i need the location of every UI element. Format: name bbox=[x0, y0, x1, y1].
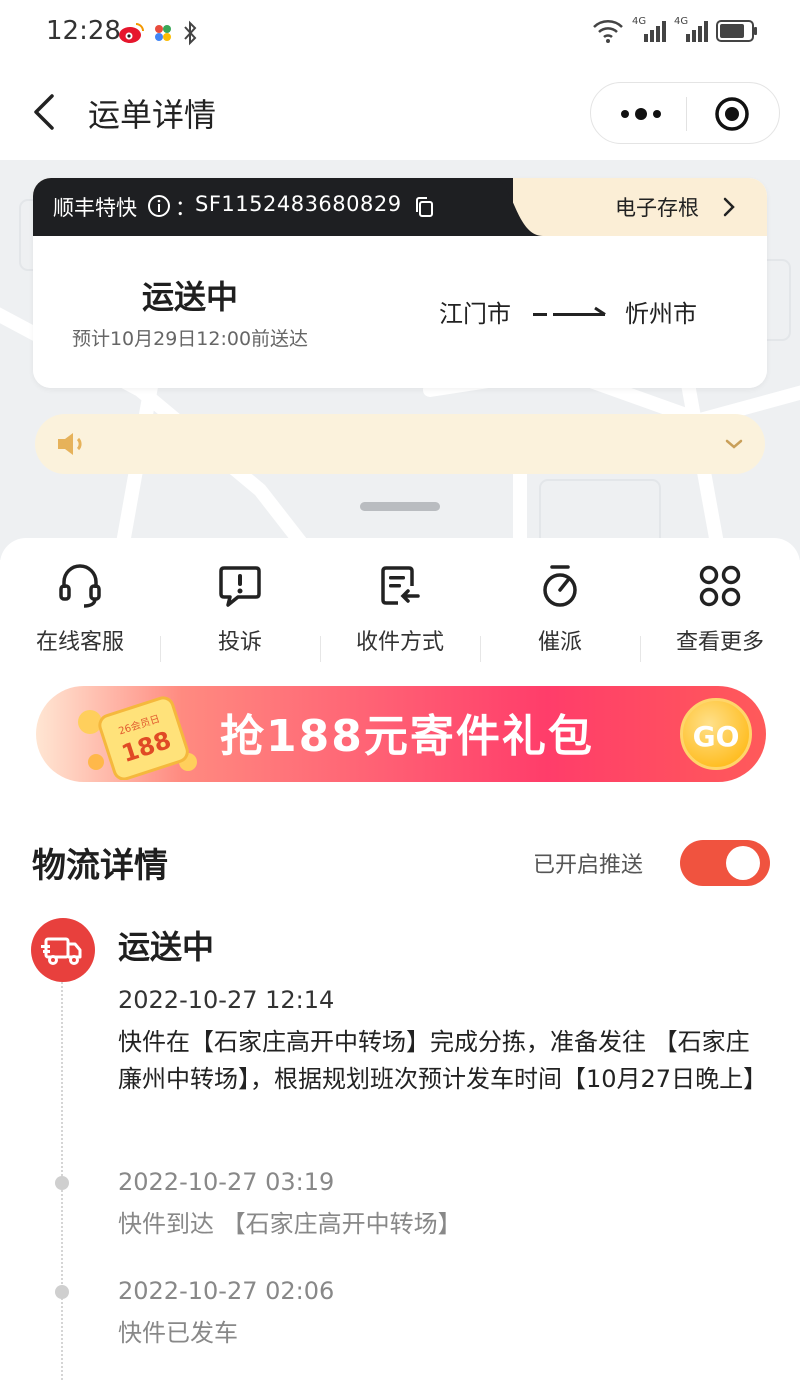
event-description: 快件在【石家庄高开中转场】完成分拣，准备发往 【石家庄廉州中转场】，根据规划班次… bbox=[118, 1028, 768, 1093]
timeline-current-status: 运送中 bbox=[118, 928, 215, 966]
grid-icon bbox=[699, 565, 741, 607]
sheet-drag-handle[interactable] bbox=[360, 502, 440, 511]
back-button[interactable] bbox=[26, 90, 66, 134]
route-arrow-icon bbox=[533, 306, 606, 316]
promo-banner[interactable]: 26会员日 188 抢188元寄件礼包 GO bbox=[36, 686, 766, 782]
capsule-divider bbox=[686, 97, 687, 131]
e-receipt-link[interactable]: 电子存根 bbox=[615, 192, 699, 222]
promo-text: 抢188元寄件礼包 bbox=[220, 711, 594, 762]
wifi-icon bbox=[593, 20, 623, 43]
action-label: 收件方式 bbox=[355, 630, 444, 655]
action-receive-method[interactable]: 收件方式 bbox=[320, 562, 480, 662]
destination-city: 忻州市 bbox=[625, 300, 697, 328]
quick-actions: 在线客服 投诉 收件方式 催派 查看更多 bbox=[0, 562, 800, 662]
signal-4g-icon: 4G bbox=[632, 16, 666, 44]
estimated-delivery: 预计10月29日12:00前送达 bbox=[71, 328, 309, 350]
service-colon: ： bbox=[175, 196, 196, 220]
shipment-status-panel: 运送中 预计10月29日12:00前送达 bbox=[33, 236, 347, 388]
action-label: 催派 bbox=[537, 630, 582, 655]
action-online-service[interactable]: 在线客服 bbox=[0, 562, 160, 662]
truck-status-icon bbox=[31, 918, 95, 982]
action-label: 查看更多 bbox=[675, 630, 764, 655]
status-time: 12:28 bbox=[46, 16, 121, 46]
shipment-status: 运送中 bbox=[141, 278, 238, 316]
chevron-down-icon[interactable] bbox=[723, 434, 745, 454]
bluetooth-icon bbox=[184, 20, 197, 46]
event-time: 2022-10-27 02:06 bbox=[118, 1277, 335, 1305]
app-icon bbox=[155, 25, 171, 41]
copy-icon[interactable] bbox=[413, 195, 435, 219]
weibo-icon bbox=[119, 23, 144, 43]
speaker-icon bbox=[58, 433, 82, 455]
action-view-more[interactable]: 查看更多 bbox=[640, 562, 800, 662]
detail-sheet: 在线客服 投诉 收件方式 催派 查看更多 26会员日 188 抢188元寄件礼包… bbox=[0, 538, 800, 1380]
gift-coupon-icon: 26会员日 188 bbox=[78, 696, 197, 780]
signal-4g-icon: 4G bbox=[674, 16, 708, 44]
service-type: 顺丰特快 bbox=[53, 196, 137, 220]
stopwatch-icon bbox=[543, 565, 577, 607]
receive-method-icon bbox=[381, 566, 420, 605]
event-description: 快件已发车 bbox=[118, 1319, 238, 1347]
event-time: 2022-10-27 03:19 bbox=[118, 1168, 335, 1196]
waybill-card: 顺丰特快 ： SF1152483680829 电子存根 运送中 预计10月29日… bbox=[33, 178, 767, 388]
push-status-label: 已开启推送 bbox=[533, 853, 644, 878]
action-label: 在线客服 bbox=[35, 630, 124, 655]
event-time: 2022-10-27 12:14 bbox=[118, 986, 335, 1014]
waybill-number: SF1152483680829 bbox=[195, 192, 402, 216]
logistics-title: 物流详情 bbox=[32, 846, 168, 886]
close-mini-program-button[interactable] bbox=[713, 95, 751, 133]
push-toggle[interactable] bbox=[680, 840, 770, 886]
route-panel: 江门市 忻州市 bbox=[363, 236, 767, 388]
headset-icon bbox=[59, 564, 101, 608]
action-urge-delivery[interactable]: 催派 bbox=[480, 562, 640, 662]
banner-curve bbox=[463, 178, 543, 236]
toggle-knob bbox=[726, 846, 760, 880]
origin-city: 江门市 bbox=[439, 300, 511, 328]
action-complaint[interactable]: 投诉 bbox=[160, 562, 320, 662]
complaint-icon bbox=[219, 566, 261, 607]
notice-bar[interactable] bbox=[35, 414, 765, 474]
page-title: 运单详情 bbox=[88, 96, 217, 134]
action-label: 投诉 bbox=[217, 630, 262, 655]
mini-program-capsule bbox=[590, 82, 780, 144]
info-icon[interactable] bbox=[147, 194, 171, 218]
event-description: 快件到达 【石家庄高开中转场】 bbox=[118, 1210, 462, 1238]
nav-header: 运单详情 bbox=[0, 66, 800, 160]
timeline-dot bbox=[55, 1285, 69, 1299]
promo-go-button[interactable]: GO bbox=[680, 698, 752, 770]
chevron-right-icon[interactable] bbox=[721, 194, 737, 220]
more-options-button[interactable] bbox=[611, 93, 671, 135]
battery-icon bbox=[716, 20, 757, 42]
timeline-dot bbox=[55, 1176, 69, 1190]
status-bar: 12:28 4G 4G bbox=[0, 0, 800, 66]
